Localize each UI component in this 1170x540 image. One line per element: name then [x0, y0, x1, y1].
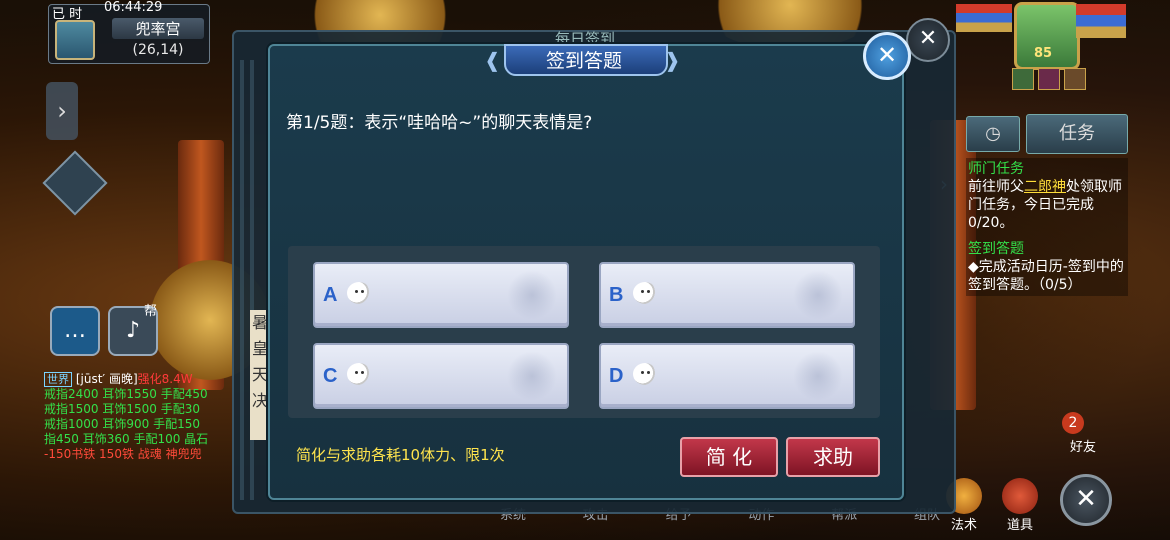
task-npc-link[interactable]: 二郎神 [1024, 179, 1066, 195]
buff-icon[interactable] [1064, 68, 1086, 90]
bunny-emoji-icon [633, 282, 657, 304]
chat-sender: [jūst′ 画晚] [75, 372, 138, 386]
side-char: 天 [251, 365, 268, 384]
answer-option-d[interactable]: D [599, 343, 855, 409]
close-icon: ✕ [876, 41, 898, 69]
option-letter: C [323, 365, 338, 387]
bunny-emoji-icon [347, 363, 371, 385]
stopwatch-icon: ◷ [985, 123, 1001, 144]
option-letter: D [609, 365, 624, 387]
expand-arrow-icon[interactable]: › [46, 82, 78, 140]
player-coordinates: (26,14) [132, 42, 184, 58]
chat-line: -150书铁 150铁 战魂 神兜兜 [44, 447, 202, 461]
spell-label: 法术 [950, 518, 977, 533]
option-letter: B [609, 284, 624, 306]
chat-line: 戒指1500 耳饰1500 手配30 [44, 402, 200, 416]
buff-icon[interactable] [1038, 68, 1060, 90]
tab-task[interactable]: 任务 [1026, 114, 1128, 154]
friends-label: 好友 [1069, 440, 1096, 455]
answer-option-b[interactable]: B [599, 262, 855, 328]
task-title: 师门任务 [968, 161, 1024, 177]
flower-decoration [507, 351, 557, 401]
side-char: 决 [251, 391, 268, 410]
friend-count-badge: 2 [1062, 412, 1084, 434]
chat-line: 世界 [jūst′ 画晚]强化8.4W [44, 372, 234, 387]
player-status-bars [1076, 4, 1126, 38]
dialog-title: 签到答题 [545, 50, 622, 72]
player-level: 85 [1034, 46, 1053, 61]
chat-button[interactable]: … [50, 306, 100, 356]
guild-voice-tag: 帮 [144, 304, 158, 319]
buff-icon[interactable] [1012, 68, 1034, 90]
task-description: 前往师父二郎神处领取师门任务，今日已完成0/20。 [968, 178, 1126, 232]
option-letter: A [323, 284, 338, 306]
flower-decoration [793, 270, 843, 320]
side-char: 暑 [251, 313, 268, 332]
answer-option-a[interactable]: A [313, 262, 569, 328]
timer-tab[interactable]: ◷ [966, 116, 1020, 152]
scroll-ornament-icon: ❰ [484, 48, 501, 72]
task-list[interactable]: 师门任务 前往师父二郎神处领取师门任务，今日已完成0/20。 签到答题 ◆完成活… [966, 158, 1128, 296]
close-dialog-button[interactable]: ✕ [863, 32, 911, 80]
chat-line: 戒指2400 耳饰1550 手配450 [44, 387, 208, 401]
bunny-emoji-icon [633, 363, 657, 385]
flower-decoration [507, 270, 557, 320]
close-signin-icon[interactable]: ✕ [906, 18, 950, 62]
chat-highlight: 强化8.4W [137, 372, 193, 386]
item-button[interactable]: 道具 [996, 478, 1044, 533]
close-menu-icon[interactable]: ✕ [1060, 474, 1112, 526]
speech-bubble-icon: … [64, 318, 86, 343]
scroll-ornament-icon: ❱ [664, 48, 681, 72]
chat-log[interactable]: 世界 [jūst′ 画晚]强化8.4W 戒指2400 耳饰1550 手配450 … [44, 372, 234, 462]
task-text: 前往师父 [968, 179, 1024, 195]
treasure-chest-icon [1002, 478, 1038, 514]
flower-decoration [793, 351, 843, 401]
side-char: 皇 [251, 339, 268, 358]
map-name[interactable]: 兜率宫 [112, 18, 204, 39]
answer-option-c[interactable]: C [313, 343, 569, 409]
bunny-emoji-icon [347, 282, 371, 304]
signin-side-labels: 暑 皇 天 决 [250, 310, 270, 440]
chat-line: 戒指1000 耳饰900 手配150 [44, 417, 200, 431]
chat-channel-tag: 世界 [44, 372, 72, 387]
chat-line: 指450 耳饰360 手配100 晶石 [44, 432, 209, 446]
cost-note: 简化与求助各耗10体力、限1次 [296, 446, 505, 464]
help-button[interactable]: 求助 [786, 437, 880, 477]
simplify-button[interactable]: 简 化 [680, 437, 778, 477]
clock-readout: 06:44:29 [104, 0, 163, 15]
quiz-question: 第1/5题：表示“哇哈哈~”的聊天表情是? [286, 113, 593, 133]
minimap-icon[interactable] [55, 20, 95, 60]
task-title: 签到答题 [968, 241, 1024, 257]
item-label: 道具 [1006, 518, 1033, 533]
task-description: ◆完成活动日历-签到中的签到答题。（0/5） [968, 259, 1124, 293]
microphone-icon: ♪ [125, 318, 141, 343]
pet-status-bars [956, 4, 1012, 32]
